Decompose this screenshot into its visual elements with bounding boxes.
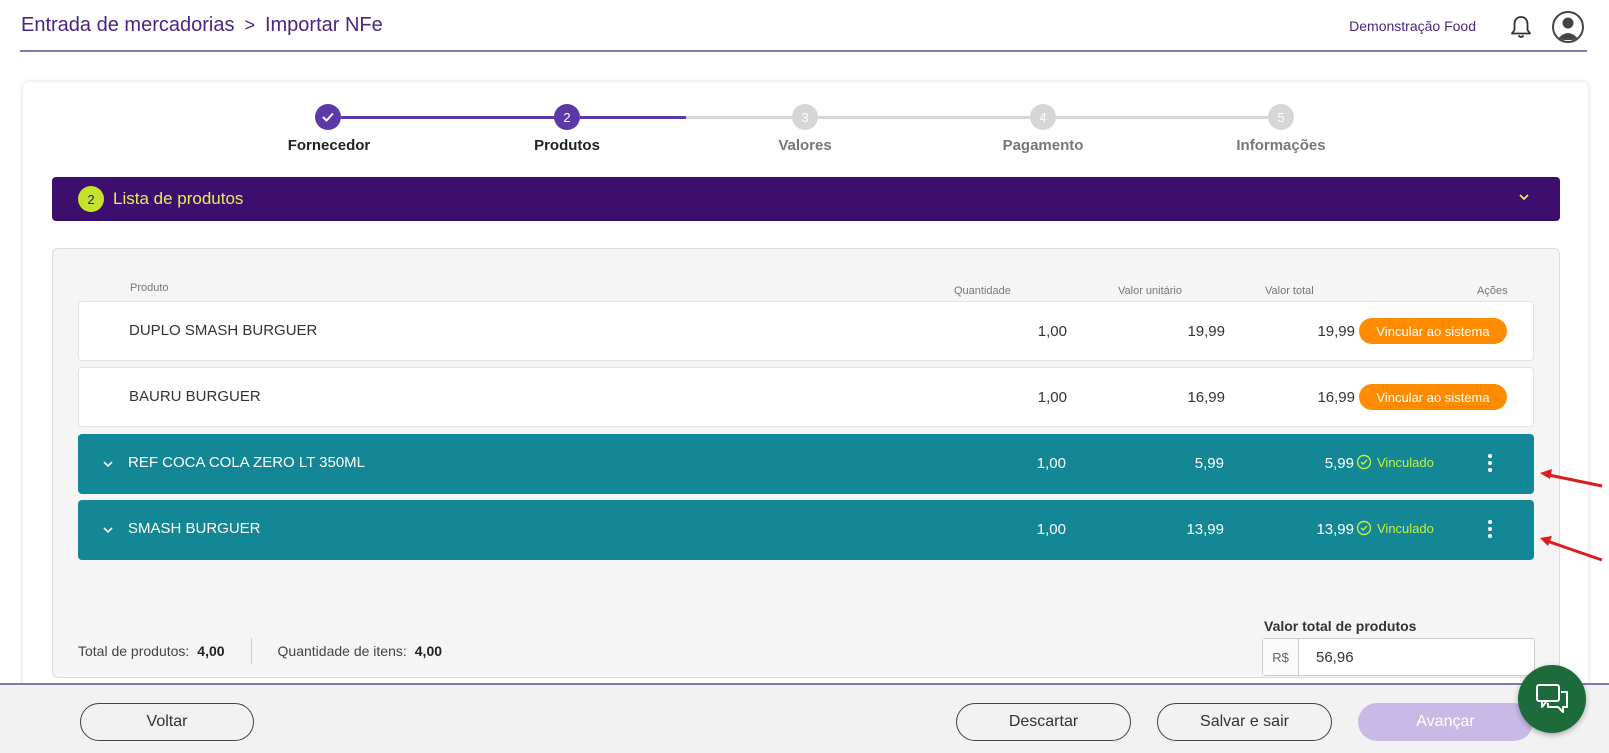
product-total-value: 13,99 xyxy=(1316,521,1354,538)
table-row: REF COCA COLA ZERO LT 350ML 1,00 5,99 5,… xyxy=(78,434,1534,494)
section-number-badge: 2 xyxy=(78,186,104,212)
step-connector-2b xyxy=(686,116,792,119)
step-4-circle: 4 xyxy=(1030,104,1056,130)
product-unit-value: 13,99 xyxy=(1186,521,1224,538)
product-unit-value: 19,99 xyxy=(1187,323,1225,340)
check-circle-icon xyxy=(1356,520,1372,536)
totals-summary: Total de produtos: 4,00 Quantidade de it… xyxy=(78,638,442,664)
step-label-informacoes: Informações xyxy=(1236,137,1326,154)
column-header-acoes: Ações xyxy=(1477,285,1508,297)
step-connector-2a xyxy=(580,116,686,119)
step-connector-3 xyxy=(818,116,1030,119)
step-connector-1 xyxy=(341,116,558,119)
step-label-pagamento: Pagamento xyxy=(1002,137,1084,154)
avatar-icon[interactable] xyxy=(1552,11,1584,43)
product-unit-value: 5,99 xyxy=(1194,455,1224,472)
breadcrumb-item-entrada[interactable]: Entrada de mercadorias xyxy=(21,14,234,37)
items-quantity-value: 4,00 xyxy=(414,643,443,659)
product-total-value: 5,99 xyxy=(1324,455,1354,472)
linked-status: Vinculado xyxy=(1356,454,1434,470)
vincular-ao-sistema-button[interactable]: Vincular ao sistema xyxy=(1359,384,1507,410)
back-button[interactable]: Voltar xyxy=(80,703,254,741)
chat-button[interactable] xyxy=(1518,665,1586,733)
totals-divider xyxy=(250,638,252,664)
column-header-produto: Produto xyxy=(130,282,169,294)
column-header-valor-unitario: Valor unitário xyxy=(1118,285,1182,297)
product-name: SMASH BURGUER xyxy=(128,520,261,537)
next-button[interactable]: Avançar xyxy=(1358,703,1533,741)
annotation-arrow-icon xyxy=(1540,536,1603,562)
product-quantity: 1,00 xyxy=(1037,323,1067,340)
items-quantity-label: Quantidade de itens: xyxy=(277,643,407,659)
column-header-quantidade: Quantidade xyxy=(954,285,1011,297)
more-vertical-icon[interactable] xyxy=(1484,518,1496,540)
table-row: DUPLO SMASH BURGUER 1,00 19,99 19,99 Vin… xyxy=(78,301,1534,361)
total-products-label: Total de produtos: xyxy=(78,643,190,659)
save-exit-button[interactable]: Salvar e sair xyxy=(1157,703,1332,741)
total-products-value: 4,00 xyxy=(197,643,225,659)
discard-button[interactable]: Descartar xyxy=(956,703,1131,741)
bell-icon[interactable] xyxy=(1508,14,1534,40)
step-2-circle: 2 xyxy=(554,104,580,130)
more-vertical-icon[interactable] xyxy=(1484,452,1496,474)
check-circle-icon xyxy=(1356,454,1372,470)
total-value-label: Valor total de produtos xyxy=(1264,618,1417,634)
company-name[interactable]: Demonstração Food xyxy=(1349,18,1476,34)
step-5-circle: 5 xyxy=(1268,104,1294,130)
annotation-arrow-icon xyxy=(1540,469,1603,488)
linked-status-label: Vinculado xyxy=(1377,454,1434,470)
total-value-amount: 56,96 xyxy=(1316,648,1354,666)
product-name: DUPLO SMASH BURGUER xyxy=(129,322,318,339)
section-title: Lista de produtos xyxy=(113,189,244,208)
top-header: Entrada de mercadorias > Importar NFe De… xyxy=(0,0,1609,52)
product-quantity: 1,00 xyxy=(1036,455,1066,472)
step-1-check-icon xyxy=(315,104,341,130)
step-3-circle: 3 xyxy=(792,104,818,130)
chevron-down-icon[interactable] xyxy=(102,523,114,535)
product-quantity: 1,00 xyxy=(1036,521,1066,538)
header-divider xyxy=(20,50,1587,52)
step-label-valores: Valores xyxy=(778,137,832,154)
breadcrumb: Entrada de mercadorias > Importar NFe xyxy=(21,14,383,37)
column-header-valor-total: Valor total xyxy=(1265,285,1314,297)
chevron-down-icon[interactable] xyxy=(1516,189,1532,205)
table-row: BAURU BURGUER 1,00 16,99 16,99 Vincular … xyxy=(78,367,1534,427)
breadcrumb-item-importar: Importar NFe xyxy=(264,14,383,36)
breadcrumb-separator: > xyxy=(244,15,255,35)
chat-icon xyxy=(1536,684,1568,713)
table-row: SMASH BURGUER 1,00 13,99 13,99 Vinculado xyxy=(78,500,1534,560)
product-total-value: 19,99 xyxy=(1317,323,1355,340)
vincular-ao-sistema-button[interactable]: Vincular ao sistema xyxy=(1359,318,1507,344)
product-total-value: 16,99 xyxy=(1317,389,1355,406)
product-quantity: 1,00 xyxy=(1037,389,1067,406)
linked-status: Vinculado xyxy=(1356,520,1434,536)
product-name: BAURU BURGUER xyxy=(129,388,261,405)
currency-prefix: R$ xyxy=(1263,639,1299,675)
section-header-lista-produtos[interactable]: 2 Lista de produtos xyxy=(52,177,1560,221)
chevron-down-icon[interactable] xyxy=(102,457,114,469)
product-name: REF COCA COLA ZERO LT 350ML xyxy=(128,454,366,471)
step-label-fornecedor: Fornecedor xyxy=(287,137,371,154)
product-unit-value: 16,99 xyxy=(1187,389,1225,406)
total-value-field: R$ 56,96 xyxy=(1262,638,1535,676)
step-label-produtos: Produtos xyxy=(534,137,600,154)
step-connector-4 xyxy=(1056,116,1268,119)
linked-status-label: Vinculado xyxy=(1377,520,1434,536)
